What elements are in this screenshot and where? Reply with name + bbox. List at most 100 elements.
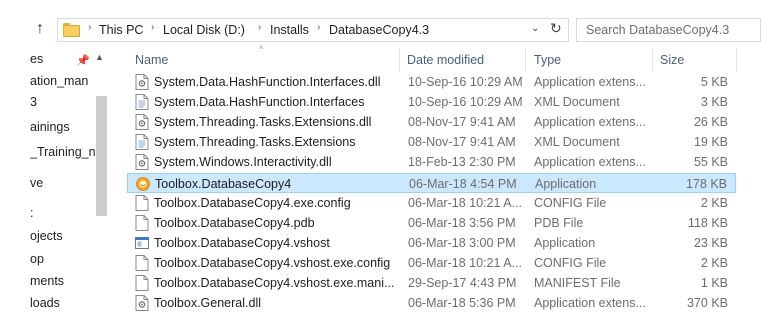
- file-date-modified: 06-Mar-18 5:36 PM: [408, 296, 516, 311]
- file-icon: [135, 254, 149, 271]
- file-type: Application extens...: [534, 296, 646, 311]
- file-name: System.Data.HashFunction.Interfaces.dll: [154, 75, 381, 89]
- nav-item[interactable]: ation_man: [30, 74, 96, 88]
- breadcrumb-databasecopy[interactable]: DatabaseCopy4.3: [329, 23, 429, 37]
- nav-item[interactable]: ve: [30, 176, 96, 190]
- file-size: 26 KB: [693, 115, 728, 130]
- refresh-icon[interactable]: ↻: [550, 20, 562, 37]
- column-divider[interactable]: [399, 48, 400, 72]
- breadcrumb-chevron-icon[interactable]: ›: [88, 22, 91, 33]
- file-name: Toolbox.DatabaseCopy4: [155, 176, 292, 191]
- dll-icon: [135, 154, 149, 171]
- nav-item[interactable]: ainings: [30, 120, 96, 134]
- file-row[interactable]: System.Threading.Tasks.Extensions 08-Nov-…: [127, 132, 736, 152]
- nav-scrollbar[interactable]: [96, 96, 107, 216]
- file-row[interactable]: Toolbox.DatabaseCopy4 06-Mar-18 4:54 PM Ap…: [127, 172, 736, 193]
- file-row[interactable]: System.Threading.Tasks.Extensions.dll 08-…: [127, 112, 736, 132]
- file-date-modified: 29-Sep-17 4:43 PM: [408, 276, 517, 290]
- file-icon: [135, 275, 149, 291]
- file-row[interactable]: Toolbox.DatabaseCopy4.pdb 06-Mar-18 3:56 …: [127, 213, 736, 233]
- breadcrumb-local-disk[interactable]: Local Disk (D:): [163, 23, 245, 37]
- file-name: Toolbox.DatabaseCopy4.vshost.exe.mani...: [154, 276, 395, 290]
- file-size: 118 KB: [687, 215, 728, 230]
- nav-item[interactable]: op: [30, 252, 96, 266]
- file-size: 23 KB: [693, 235, 728, 250]
- file-icon: [135, 214, 149, 231]
- file-size: 178 KB: [685, 176, 727, 191]
- file-row[interactable]: System.Data.HashFunction.Interfaces.dll 1…: [127, 72, 736, 92]
- app-icon-graphic: [136, 176, 150, 191]
- column-header-size[interactable]: Size: [660, 53, 684, 67]
- sort-ascending-icon: ^: [259, 44, 264, 54]
- column-divider[interactable]: [652, 48, 653, 72]
- column-divider[interactable]: [736, 48, 737, 72]
- file-name: Toolbox.DatabaseCopy4.vshost.exe.config: [154, 255, 391, 270]
- navigation-pane: 📌 ▲ es ation_man 3 ainings _Training_n v…: [0, 44, 113, 320]
- file-date-modified: 08-Nov-17 9:41 AM: [408, 115, 516, 130]
- file-icon-graphic: [135, 194, 149, 211]
- file-row[interactable]: Toolbox.DatabaseCopy4.vshost 06-Mar-18 3:…: [127, 233, 736, 253]
- file-name: Toolbox.DatabaseCopy4.pdb: [154, 215, 315, 230]
- file-row[interactable]: System.Windows.Interactivity.dll 18-Feb-1…: [127, 152, 736, 172]
- folder-icon: [63, 23, 80, 37]
- dll-icon: [135, 295, 149, 312]
- column-header-name[interactable]: Name: [135, 53, 168, 67]
- file-size: 2 KB: [700, 255, 728, 270]
- file-type: Application: [535, 176, 597, 191]
- file-row[interactable]: Toolbox.DatabaseCopy4.vshost.exe.mani...…: [127, 273, 736, 293]
- file-name: System.Data.HashFunction.Interfaces: [154, 95, 365, 110]
- search-input[interactable]: Search DatabaseCopy4.3: [576, 18, 761, 42]
- file-size: 370 KB: [686, 296, 728, 311]
- file-size: 19 KB: [693, 135, 728, 150]
- file-date-modified: 18-Feb-13 2:30 PM: [408, 155, 516, 170]
- dll-icon: [135, 114, 149, 131]
- file-name: Toolbox.General.dll: [154, 296, 262, 311]
- breadcrumb-this-pc[interactable]: This PC: [99, 23, 143, 37]
- up-arrow-icon[interactable]: ↑: [30, 18, 50, 40]
- file-type: Application extens...: [534, 155, 646, 170]
- file-row[interactable]: Toolbox.DatabaseCopy4.vshost.exe.config 0…: [127, 253, 736, 273]
- file-type: CONFIG File: [534, 195, 607, 210]
- file-icon: [135, 194, 149, 211]
- address-dropdown-icon[interactable]: ⌄: [531, 23, 539, 34]
- column-header-date[interactable]: Date modified: [407, 53, 484, 67]
- nav-item[interactable]: _Training_n: [30, 145, 96, 159]
- search-placeholder: Search DatabaseCopy4.3: [586, 23, 730, 37]
- address-bar[interactable]: › This PC › Local Disk (D:) › Installs ›…: [57, 18, 569, 42]
- column-divider[interactable]: [525, 48, 526, 72]
- file-name: Toolbox.DatabaseCopy4.vshost: [154, 235, 330, 250]
- file-name: System.Threading.Tasks.Extensions.dll: [154, 115, 372, 130]
- dll-icon-graphic: [135, 74, 149, 90]
- file-type: XML Document: [534, 135, 620, 150]
- file-size: 5 KB: [700, 75, 728, 89]
- exe-icon-graphic: [135, 236, 149, 249]
- file-type: MANIFEST File: [534, 276, 621, 290]
- breadcrumb-installs[interactable]: Installs: [270, 23, 309, 37]
- breadcrumb-chevron-icon[interactable]: ›: [258, 22, 261, 33]
- xml-icon-graphic: [135, 94, 149, 111]
- dll-icon-graphic: [135, 154, 149, 171]
- nav-item[interactable]: 3: [30, 95, 96, 109]
- file-size: 1 KB: [700, 276, 728, 290]
- file-row[interactable]: Toolbox.General.dll 06-Mar-18 5:36 PM Appl…: [127, 293, 736, 313]
- dll-icon: [135, 74, 149, 90]
- breadcrumb-chevron-icon[interactable]: ›: [151, 22, 154, 33]
- breadcrumb-chevron-icon[interactable]: ›: [317, 22, 320, 33]
- file-type: XML Document: [534, 95, 620, 110]
- column-header-type[interactable]: Type: [534, 53, 561, 67]
- file-type: Application extens...: [534, 115, 646, 130]
- file-row[interactable]: System.Data.HashFunction.Interfaces 10-Se…: [127, 92, 736, 112]
- nav-item[interactable]: loads: [30, 296, 96, 310]
- file-row[interactable]: Toolbox.DatabaseCopy4.exe.config 06-Mar-1…: [127, 193, 736, 213]
- nav-item[interactable]: :: [30, 206, 96, 220]
- nav-item[interactable]: ments: [30, 274, 96, 288]
- nav-item[interactable]: es: [30, 52, 96, 66]
- file-name: System.Threading.Tasks.Extensions: [154, 135, 356, 150]
- nav-item[interactable]: ojects: [30, 229, 96, 243]
- file-date-modified: 06-Mar-18 3:00 PM: [408, 235, 516, 250]
- app-icon: [136, 176, 150, 192]
- xml-icon: [135, 134, 149, 151]
- scroll-up-icon[interactable]: ▲: [95, 52, 104, 62]
- file-size: 3 KB: [700, 95, 728, 110]
- file-type: CONFIG File: [534, 255, 607, 270]
